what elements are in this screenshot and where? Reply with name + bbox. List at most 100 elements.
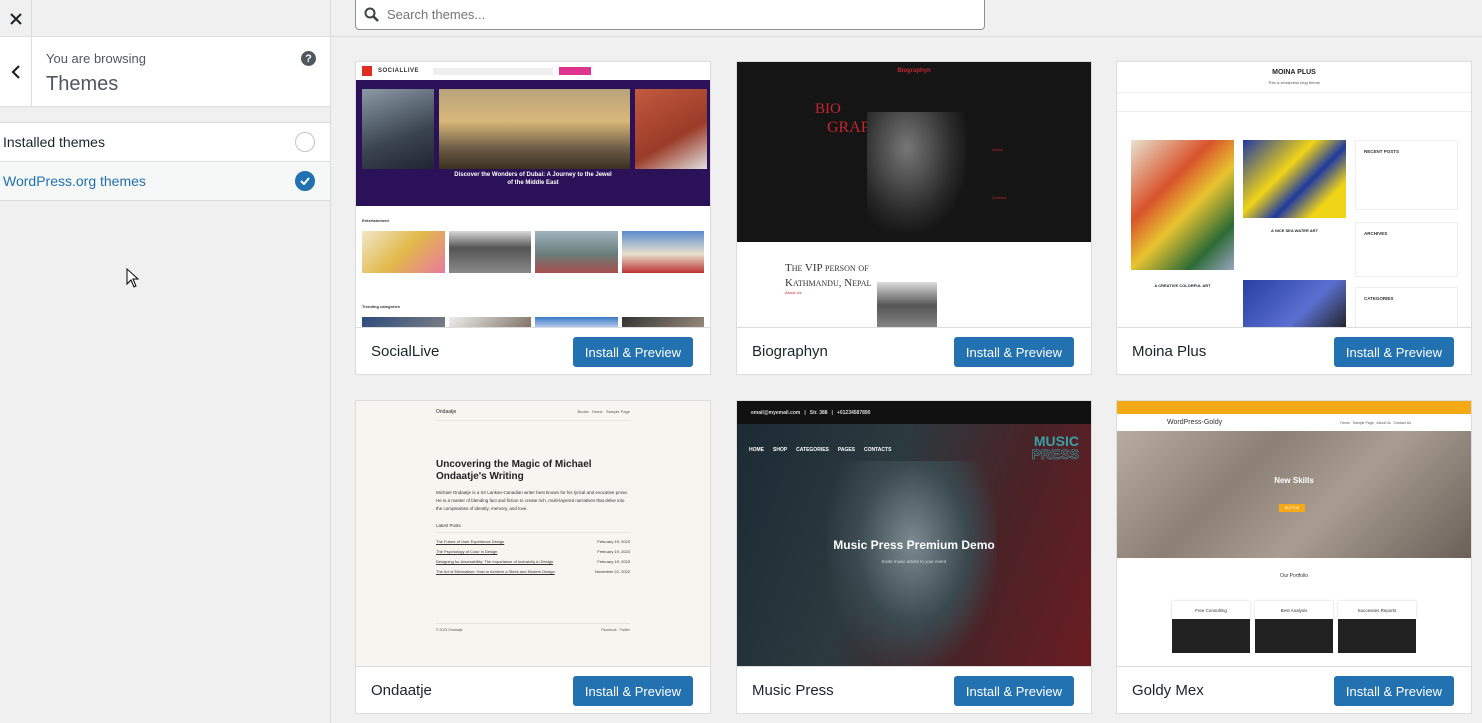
preview-service-card: Best Analysis (1255, 601, 1333, 653)
close-icon (9, 12, 22, 25)
preview-tagline: This is wordpress blog theme (1267, 80, 1321, 85)
theme-screenshot[interactable]: MOINA PLUS This is wordpress blog theme … (1117, 62, 1471, 328)
mouse-cursor-icon (126, 268, 139, 288)
filter-label: Installed themes (3, 134, 105, 150)
preview-brand: Ondaatje (436, 409, 457, 415)
install-preview-button[interactable]: Install & Preview (1333, 676, 1454, 706)
sidebar-top-bar (0, 0, 330, 37)
theme-screenshot[interactable]: email@myemail.com | Str. 388 | +01234587… (737, 401, 1091, 667)
preview-post-title: A CREATIVE COLORFUL ART (1154, 283, 1211, 288)
theme-card-footer: Moina Plus Install & Preview (1117, 328, 1471, 375)
preview-nav-item: SHOP (773, 447, 788, 453)
preview-section: Trending categories (362, 304, 401, 309)
preview-hero-caption: Discover the Wonders of Dubai: A Journey… (454, 172, 612, 186)
browsing-label: You are browsing (46, 51, 146, 66)
search-icon (364, 7, 379, 22)
theme-card-footer: SocialLive Install & Preview (356, 328, 710, 375)
preview-nav-item: HOME (749, 447, 764, 453)
preview-hero-title: New Skills (1274, 476, 1314, 485)
customizer-sidebar: You are browsing Themes ? Installed them… (0, 0, 331, 723)
theme-grid: SOCIALLIVE Discover the Wonders of Dubai… (355, 61, 1472, 714)
preview-post-title: The Art of Minimalism: How to Achieve a … (436, 569, 555, 575)
install-preview-button[interactable]: Install & Preview (572, 676, 693, 706)
preview-service-label: Best Analysis (1255, 601, 1333, 619)
install-preview-button[interactable]: Install & Preview (953, 676, 1074, 706)
preview-hero-button: BUTTON (1279, 504, 1305, 512)
preview-service-card: Free Consulting (1172, 601, 1250, 653)
preview-hero-title: Music Press Premium Demo (833, 538, 995, 552)
theme-name: SocialLive (371, 343, 440, 360)
themes-browser: SOCIALLIVE Discover the Wonders of Dubai… (331, 0, 1482, 723)
preview-brand: MOINA PLUS (1272, 69, 1316, 76)
back-button[interactable] (0, 37, 32, 107)
preview-post-row: Designing for Accessibility: The Importa… (436, 559, 630, 564)
theme-card-footer: Music Press Install & Preview (737, 667, 1091, 714)
theme-source-filter: Installed themes WordPress.org themes (0, 122, 330, 201)
theme-name: Moina Plus (1132, 343, 1207, 360)
preview-section: Entertainment (362, 218, 389, 223)
filter-wordpress-org-themes[interactable]: WordPress.org themes (0, 162, 330, 201)
preview-post-row: The Art of Minimalism: How to Achieve a … (436, 569, 630, 574)
close-customizer-button[interactable] (0, 0, 32, 37)
search-input[interactable] (387, 7, 984, 22)
preview-post-date: November 22, 2022 (594, 569, 630, 575)
theme-name: Biographyn (752, 343, 828, 360)
preview-brand: WordPress-Goldy (1167, 419, 1223, 426)
preview-about: About (992, 147, 1003, 152)
theme-name: Goldy Mex (1132, 682, 1204, 699)
theme-screenshot[interactable]: WordPress-Goldy Home Sample Page About U… (1117, 401, 1471, 667)
preview-email: email@myemail.com (751, 409, 801, 416)
preview-latest-heading: Latest Posts (436, 523, 630, 534)
preview-nav-item: CONTACTS (864, 447, 892, 453)
theme-screenshot[interactable]: Ondaatje Books Home Sample Page Uncoveri… (356, 401, 710, 667)
preview-post-title: Designing for Accessibility: The Importa… (436, 559, 554, 565)
preview-footer-copy: © 2023 Ondaatje (436, 628, 463, 632)
radio-unchecked-icon[interactable] (295, 132, 315, 152)
preview-intro: Michael Ondaatje is a Sri Lankan-Canadia… (436, 490, 629, 512)
preview-brand: SOCIALLIVE (378, 68, 420, 74)
preview-nav-item: CATEGORIES (796, 447, 829, 453)
preview-address: Str. 388 (809, 409, 828, 416)
preview-post-title: A NICE SEA WATER ART (1270, 228, 1319, 233)
preview-tagline: The VIP person of (785, 262, 869, 274)
theme-card-music-press[interactable]: email@myemail.com | Str. 388 | +01234587… (736, 400, 1092, 714)
preview-post-row: The Future of User Experience Design Febr… (436, 539, 630, 544)
install-preview-button[interactable]: Install & Preview (1333, 337, 1454, 367)
theme-card-ondaatje[interactable]: Ondaatje Books Home Sample Page Uncoveri… (355, 400, 711, 714)
preview-post-date: February 19, 2023 (597, 559, 630, 565)
preview-post-row: The Psychology of Color in Design Februar… (436, 549, 630, 554)
search-bar (331, 0, 1482, 37)
preview-nav-item: PAGES (837, 447, 856, 453)
theme-name: Ondaatje (371, 682, 432, 699)
preview-post-date: February 19, 2023 (597, 539, 630, 545)
preview-post-title: The Future of User Experience Design (436, 539, 505, 545)
install-preview-button[interactable]: Install & Preview (572, 337, 693, 367)
preview-tagline: Kathmandu, Nepal (785, 277, 872, 289)
theme-card-moina-plus[interactable]: MOINA PLUS This is wordpress blog theme … (1116, 61, 1472, 375)
theme-card-biographyn[interactable]: Biographyn BIO GRAPHY About Content The … (736, 61, 1092, 375)
preview-post-date: February 19, 2023 (597, 549, 630, 555)
preview-logo: PRESS (1031, 446, 1079, 463)
preview-brand: Biographyn (897, 68, 931, 74)
radio-checked-icon[interactable] (295, 171, 315, 191)
filter-label: WordPress.org themes (3, 173, 146, 189)
preview-phone: +01234587890 (836, 409, 871, 416)
preview-about-link: About Us (785, 290, 802, 295)
preview-widget-heading: RECENT POSTS (1364, 149, 1400, 154)
help-icon[interactable]: ? (301, 51, 316, 66)
theme-card-goldy-mex[interactable]: WordPress-Goldy Home Sample Page About U… (1116, 400, 1472, 714)
preview-content: Content (992, 195, 1007, 200)
search-field[interactable] (355, 0, 985, 30)
theme-name: Music Press (752, 682, 834, 699)
theme-card-sociallive[interactable]: SOCIALLIVE Discover the Wonders of Dubai… (355, 61, 711, 375)
preview-post-title: The Psychology of Color in Design (436, 549, 498, 555)
play-logo-icon (362, 66, 372, 76)
install-preview-button[interactable]: Install & Preview (953, 337, 1074, 367)
filter-installed-themes[interactable]: Installed themes (0, 123, 330, 162)
preview-footer-links: Facebook · Twitter (601, 628, 630, 632)
theme-card-footer: Ondaatje Install & Preview (356, 667, 710, 714)
theme-screenshot[interactable]: SOCIALLIVE Discover the Wonders of Dubai… (356, 62, 710, 328)
theme-screenshot[interactable]: Biographyn BIO GRAPHY About Content The … (737, 62, 1091, 328)
preview-portfolio-heading: Our Portfolio (1279, 573, 1309, 579)
chevron-left-icon (10, 65, 20, 79)
